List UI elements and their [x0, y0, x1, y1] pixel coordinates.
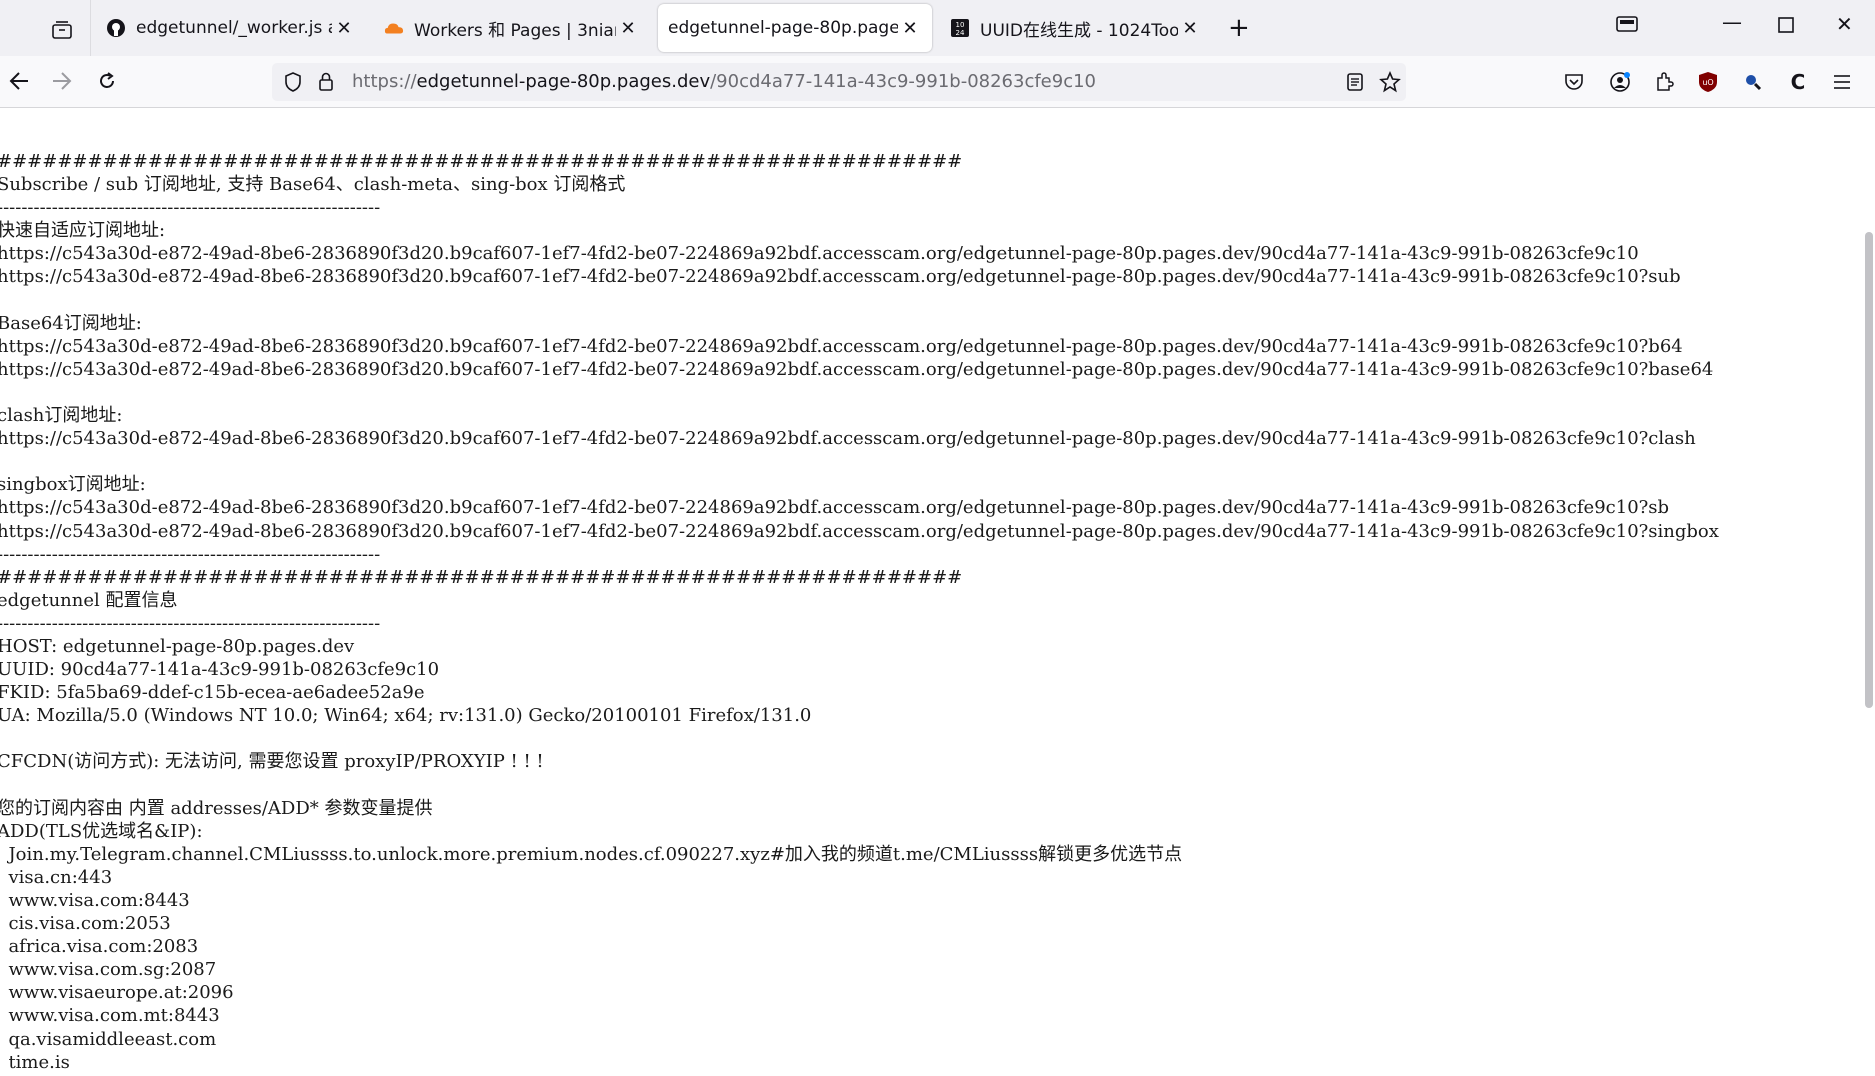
maximize-icon[interactable] [1778, 14, 1794, 38]
url-text[interactable]: https://edgetunnel-page-80p.pages.dev/90… [352, 71, 1096, 92]
tab-uuid-tools[interactable]: 10 24 UUID在线生成 - 1024Tools ✕ [940, 4, 1212, 52]
new-tab-icon[interactable]: + [1228, 14, 1250, 42]
firefox-view-icon[interactable] [1616, 14, 1638, 38]
c-extension-icon[interactable]: C [1784, 68, 1812, 96]
text-line: FKID: 5fa5ba69-ddef-c15b-ecea-ae6adee52a… [0, 682, 425, 704]
tab-cloudflare[interactable]: Workers 和 Pages | 3nianliux@ ✕ [374, 4, 650, 52]
text-line: qa.visamiddleeast.com [0, 1028, 217, 1050]
text-line: ########################################… [0, 151, 963, 172]
1024tools-icon: 10 24 [950, 18, 970, 38]
text-line: ----------------------------------------… [0, 543, 381, 565]
text-line: Base64订阅地址: [0, 312, 142, 334]
extensions-icon[interactable] [1650, 68, 1678, 96]
github-icon [106, 18, 126, 38]
url-scheme: https:// [352, 71, 417, 92]
bookmark-star-icon[interactable] [1379, 70, 1401, 97]
text-line: ADD(TLS优选域名&IP): [0, 820, 203, 842]
back-icon[interactable] [4, 66, 34, 96]
text-line: www.visa.com.mt:8443 [0, 1005, 220, 1027]
text-line: https://c543a30d-e872-49ad-8be6-2836890f… [0, 497, 1670, 519]
text-line: singbox订阅地址: [0, 474, 146, 496]
tabstrip-divider [90, 0, 91, 56]
ublock-icon[interactable]: uO [1694, 68, 1722, 96]
menu-icon[interactable] [1828, 68, 1856, 96]
lock-icon[interactable] [318, 71, 334, 95]
navigation-toolbar: https://edgetunnel-page-80p.pages.dev/90… [0, 56, 1875, 108]
text-line: africa.visa.com:2083 [0, 936, 199, 958]
forward-icon[interactable] [47, 66, 77, 96]
close-tab-icon[interactable]: ✕ [898, 18, 922, 39]
tracking-protection-shield-icon[interactable] [284, 72, 302, 96]
pocket-icon[interactable] [1560, 68, 1588, 96]
text-line: ----------------------------------------… [0, 612, 381, 634]
text-line: https://c543a30d-e872-49ad-8be6-2836890f… [0, 358, 1714, 380]
scrollbar-thumb[interactable] [1865, 232, 1873, 708]
text-line: Subscribe / sub 订阅地址, 支持 Base64、clash-me… [0, 174, 626, 196]
tab-list-icon [52, 21, 72, 39]
url-host: edgetunnel-page-80p.pages.dev [416, 71, 711, 92]
tab-strip: edgetunnel/_worker.js at mai ✕ Workers 和… [0, 0, 1875, 56]
text-line: https://c543a30d-e872-49ad-8be6-2836890f… [0, 243, 1639, 265]
text-line: 您的订阅内容由 内置 addresses/ADD* 参数变量提供 [0, 797, 433, 819]
text-line: UUID: 90cd4a77-141a-43c9-991b-08263cfe9c… [0, 659, 440, 681]
text-line: HOST: edgetunnel-page-80p.pages.dev [0, 635, 355, 657]
list-all-tabs-button[interactable] [40, 12, 84, 48]
text-line: ########################################… [0, 566, 963, 588]
text-line: UA: Mozilla/5.0 (Windows NT 10.0; Win64;… [0, 705, 812, 727]
close-tab-icon[interactable]: ✕ [1178, 18, 1202, 39]
text-line: clash订阅地址: [0, 405, 123, 427]
account-icon[interactable] [1606, 68, 1634, 96]
cloudflare-icon [384, 18, 404, 38]
svg-text:10: 10 [956, 21, 965, 29]
page-content: ########################################… [0, 108, 1860, 1076]
text-line: cis.visa.com:2053 [0, 913, 171, 935]
minimize-icon[interactable]: — [1722, 10, 1742, 34]
text-line: 快速自适应订阅地址: [0, 220, 166, 242]
text-line: Join.my.Telegram.channel.CMLiussss.to.un… [0, 843, 1183, 865]
close-tab-icon[interactable]: ✕ [332, 18, 356, 39]
reload-icon[interactable] [92, 66, 122, 96]
text-line: www.visa.com.sg:2087 [0, 959, 217, 981]
svg-text:uO: uO [1702, 78, 1713, 87]
text-line: www.visa.com:8443 [0, 890, 190, 911]
reader-view-icon[interactable] [1346, 72, 1364, 96]
close-window-icon[interactable]: ✕ [1836, 12, 1853, 36]
text-line: https://c543a30d-e872-49ad-8be6-2836890f… [0, 428, 1696, 450]
tab-title: Workers 和 Pages | 3nianliux@ [414, 20, 616, 41]
svg-text:24: 24 [956, 29, 965, 37]
search-extension-icon[interactable] [1739, 68, 1767, 96]
tab-title: edgetunnel-page-80p.pages.dev/ [668, 18, 898, 38]
plain-text-body: ########################################… [0, 150, 1719, 1076]
text-line: www.visaeurope.at:2096 [0, 982, 234, 1004]
text-line: ----------------------------------------… [0, 197, 381, 219]
text-line: edgetunnel 配置信息 [0, 589, 178, 611]
text-line: visa.cn:443 [0, 866, 113, 888]
text-line: https://c543a30d-e872-49ad-8be6-2836890f… [0, 266, 1681, 288]
url-bar[interactable]: https://edgetunnel-page-80p.pages.dev/90… [272, 63, 1406, 101]
tab-edgetunnel-active[interactable]: edgetunnel-page-80p.pages.dev/ ✕ [658, 4, 932, 52]
tab-title: UUID在线生成 - 1024Tools [980, 20, 1178, 41]
text-line: time.is [0, 1051, 70, 1073]
text-line: CFCDN(访问方式): 无法访问, 需要您设置 proxyIP/PROXYIP… [0, 751, 544, 773]
text-line: https://c543a30d-e872-49ad-8be6-2836890f… [0, 335, 1683, 357]
close-tab-icon[interactable]: ✕ [616, 18, 640, 39]
vertical-scrollbar[interactable] [1860, 108, 1875, 1076]
text-line: https://c543a30d-e872-49ad-8be6-2836890f… [0, 520, 1719, 542]
tab-github[interactable]: edgetunnel/_worker.js at mai ✕ [96, 4, 366, 52]
tab-title: edgetunnel/_worker.js at mai [136, 18, 332, 38]
url-path: /90cd4a77-141a-43c9-991b-08263cfe9c10 [710, 71, 1097, 92]
